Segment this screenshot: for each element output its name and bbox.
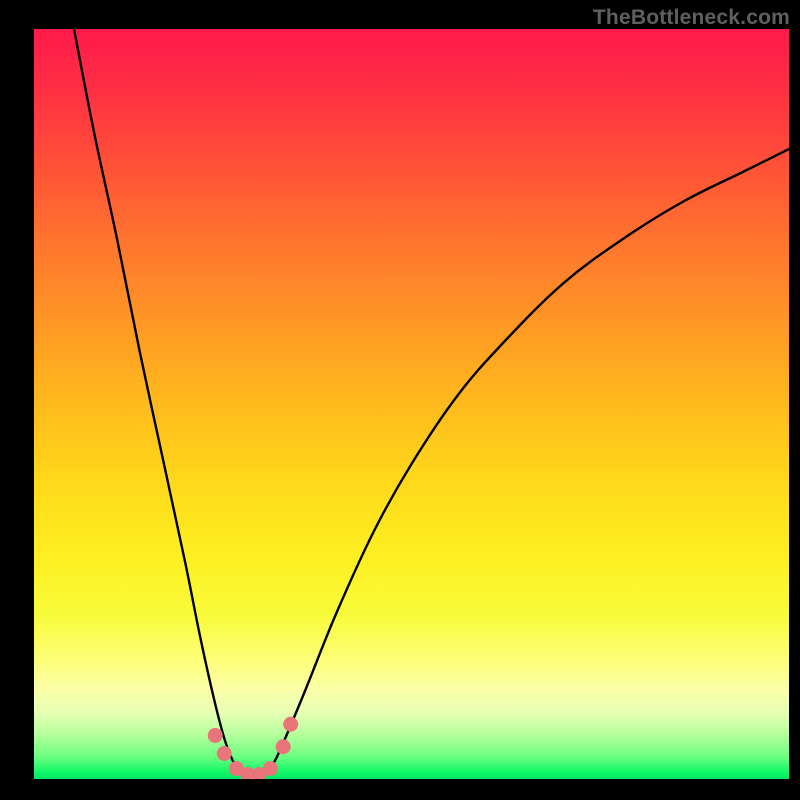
curve-marker	[263, 761, 278, 776]
curve-marker	[217, 746, 232, 761]
bottleneck-curve	[74, 29, 789, 776]
plot-area	[34, 29, 789, 779]
curve-layer	[74, 29, 789, 776]
curve-marker	[283, 717, 298, 732]
watermark-text: TheBottleneck.com	[593, 6, 790, 30]
curve-marker	[208, 728, 223, 743]
curve-marker	[276, 739, 291, 754]
chart-frame: TheBottleneck.com	[0, 0, 800, 800]
chart-svg	[34, 29, 789, 779]
